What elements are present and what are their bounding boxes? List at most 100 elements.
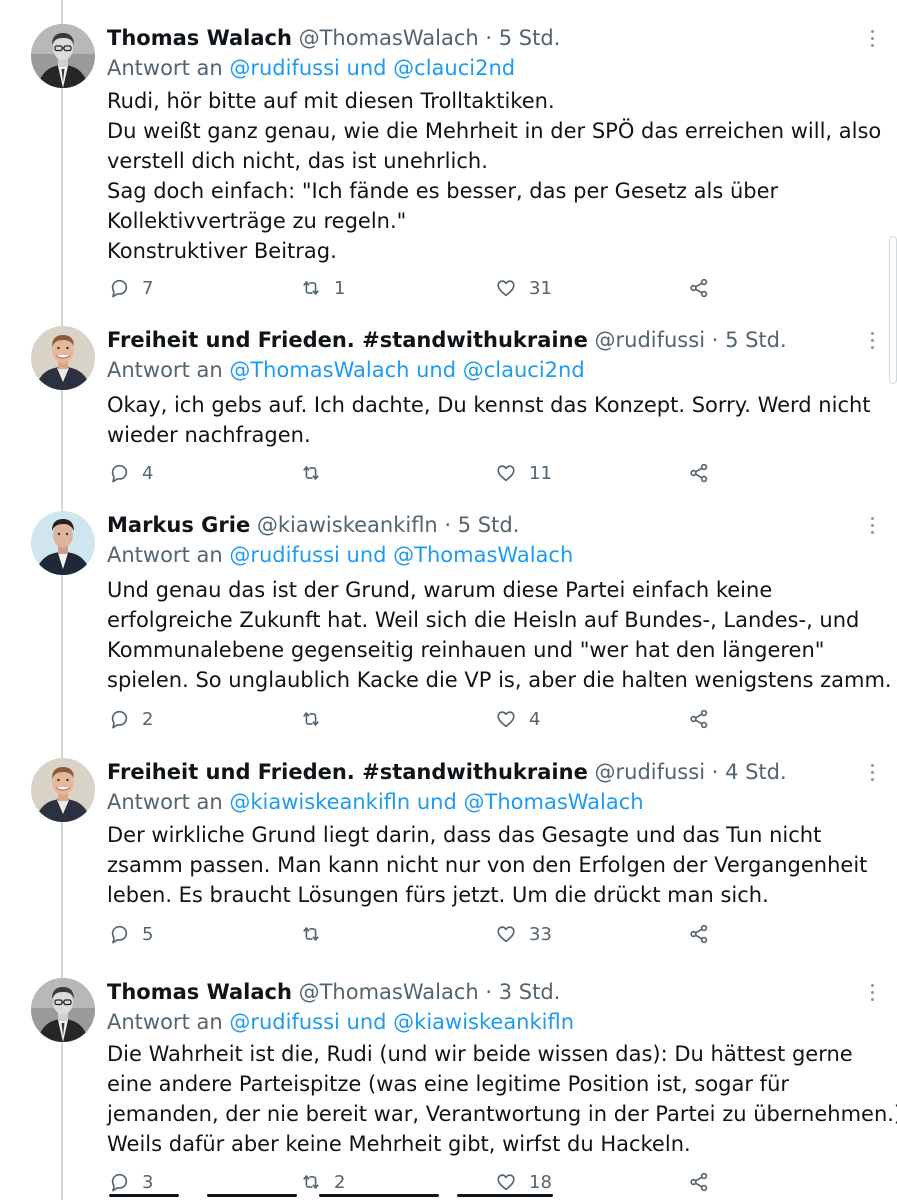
tweet-text-line: zsamm passen. Man kann nicht nur von den… (107, 853, 868, 877)
cut-off-text (107, 1190, 577, 1200)
heart-icon (497, 926, 515, 943)
share-icon (690, 924, 708, 944)
tweet-text-line: Du weißt ganz genau, wie die Mehrheit in… (107, 119, 882, 143)
author-handle[interactable]: @rudifussi (595, 760, 706, 784)
share-button[interactable] (688, 704, 710, 734)
tweet-text-line: Kollektivverträge zu regeln." (107, 209, 407, 233)
reply-button[interactable]: 7 (108, 273, 153, 303)
tweet-text-line: Konstruktiver Beitrag. (107, 239, 337, 263)
like-count: 4 (529, 708, 541, 730)
tweet-text-line: Und genau das ist der Grund, warum diese… (107, 578, 773, 602)
reply-prefix: Antwort an (107, 56, 223, 80)
retweet-button[interactable]: 1 (300, 273, 345, 303)
reply-to-line: Antwort an @ThomasWalach und @clauci2nd (107, 356, 585, 384)
reply-button[interactable]: 5 (108, 919, 153, 949)
reply-count: 2 (142, 708, 154, 730)
reply-to-line: Antwort an @rudifussi und @ThomasWalach (107, 541, 573, 569)
share-button[interactable] (688, 919, 710, 949)
tweet-text-line: Weils dafür aber keine Mehrheit gibt, wi… (107, 1132, 691, 1156)
reply-mentions[interactable]: @kiawiskeankifln und @ThomasWalach (229, 790, 643, 814)
retweet-button[interactable] (300, 919, 334, 949)
like-button[interactable]: 33 (495, 919, 552, 949)
avatar-rudifussi[interactable] (31, 758, 95, 822)
reply-to-line: Antwort an @rudifussi und @clauci2nd (107, 54, 515, 82)
tweet-actions: 5 33 (0, 919, 897, 949)
author-name[interactable]: Freiheit und Frieden. #standwithukraine (107, 760, 588, 784)
avatar-markus-grie[interactable] (31, 511, 95, 575)
reply-mentions[interactable]: @rudifussi und @kiawiskeankifln (229, 1010, 574, 1034)
timestamp[interactable]: · 3 Std. (485, 980, 560, 1004)
tweet-text: Der wirkliche Grund liegt darin, dass da… (107, 820, 867, 910)
tweet-actions: 4 11 (0, 458, 897, 488)
reply-icon (111, 925, 128, 944)
reply-prefix: Antwort an (107, 1010, 223, 1034)
reply-prefix: Antwort an (107, 790, 223, 814)
share-icon (690, 1172, 708, 1192)
author-name[interactable]: Thomas Walach (107, 980, 292, 1004)
more-icon[interactable] (862, 26, 882, 54)
more-icon[interactable] (862, 980, 882, 1008)
avatar-thomas-walach[interactable] (31, 24, 95, 88)
like-count: 11 (529, 462, 552, 484)
author-handle[interactable]: @ThomasWalach (299, 26, 479, 50)
reply-mentions[interactable]: @rudifussi und @ThomasWalach (229, 543, 573, 567)
like-count: 33 (529, 923, 552, 945)
timestamp[interactable]: · 5 Std. (712, 328, 787, 352)
reply-prefix: Antwort an (107, 543, 223, 567)
share-icon (690, 709, 708, 729)
tweet-text: Rudi, hör bitte auf mit diesen Trolltakt… (107, 86, 882, 266)
reply-button[interactable]: 2 (108, 704, 153, 734)
share-icon (690, 463, 708, 483)
more-icon[interactable] (862, 328, 882, 356)
author-handle[interactable]: @rudifussi (595, 328, 706, 352)
reply-to-line: Antwort an @rudifussi und @kiawiskeankif… (107, 1008, 574, 1036)
scrollbar[interactable] (889, 236, 897, 384)
more-icon[interactable] (862, 513, 882, 541)
tweet-header: Markus Grie @kiawiskeankifln · 5 Std. (107, 511, 519, 539)
tweet-header: Thomas Walach @ThomasWalach · 5 Std. (107, 24, 560, 52)
retweet-button[interactable] (300, 704, 334, 734)
reply-prefix: Antwort an (107, 358, 223, 382)
share-button[interactable] (688, 273, 710, 303)
tweet-text-line: Sag doch einfach: "Ich fände es besser, … (107, 179, 779, 203)
tweet-text-line: leben. Es braucht Lösungen fürs jetzt. U… (107, 883, 769, 907)
author-handle[interactable]: @kiawiskeankifln (257, 513, 438, 537)
retweet-icon (303, 927, 319, 941)
retweet-button[interactable] (300, 458, 334, 488)
author-name[interactable]: Freiheit und Frieden. #standwithukraine (107, 328, 588, 352)
more-icon[interactable] (862, 760, 882, 788)
share-button[interactable] (688, 1167, 710, 1197)
timestamp[interactable]: · 4 Std. (712, 760, 787, 784)
heart-icon (497, 711, 515, 728)
tweet-text-line: Der wirkliche Grund liegt darin, dass da… (107, 823, 822, 847)
like-button[interactable]: 4 (495, 704, 540, 734)
avatar-rudifussi[interactable] (31, 326, 95, 390)
tweet-actions: 2 4 (0, 704, 897, 734)
tweet-text-line: eine andere Parteispitze (was eine legit… (107, 1072, 790, 1096)
reply-count: 4 (142, 462, 154, 484)
reply-mentions[interactable]: @rudifussi und @clauci2nd (229, 56, 515, 80)
like-count: 31 (529, 277, 552, 299)
reply-mentions[interactable]: @ThomasWalach und @clauci2nd (229, 358, 584, 382)
reply-count: 7 (142, 277, 154, 299)
timestamp[interactable]: · 5 Std. (444, 513, 519, 537)
author-handle[interactable]: @ThomasWalach (299, 980, 479, 1004)
like-button[interactable]: 31 (495, 273, 552, 303)
author-name[interactable]: Markus Grie (107, 513, 250, 537)
reply-button[interactable]: 4 (108, 458, 153, 488)
reply-icon (111, 464, 128, 483)
timestamp[interactable]: · 5 Std. (485, 26, 560, 50)
reply-to-line: Antwort an @kiawiskeankifln und @ThomasW… (107, 788, 644, 816)
avatar-thomas-walach[interactable] (31, 978, 95, 1042)
author-name[interactable]: Thomas Walach (107, 26, 292, 50)
like-button[interactable]: 11 (495, 458, 552, 488)
retweet-count: 1 (334, 277, 346, 299)
tweet-text-line: erfolgreiche Zukunft hat. Weil sich die … (107, 608, 860, 632)
reply-icon (111, 710, 128, 729)
tweet-text-line: Okay, ich gebs auf. Ich dachte, Du kenns… (107, 393, 871, 417)
retweet-icon (303, 712, 319, 726)
tweet-text-line: Die Wahrheit ist die, Rudi (und wir beid… (107, 1042, 853, 1066)
reply-count: 5 (142, 923, 154, 945)
tweet-text-line: verstell dich nicht, das ist unehrlich. (107, 149, 488, 173)
share-button[interactable] (688, 458, 710, 488)
